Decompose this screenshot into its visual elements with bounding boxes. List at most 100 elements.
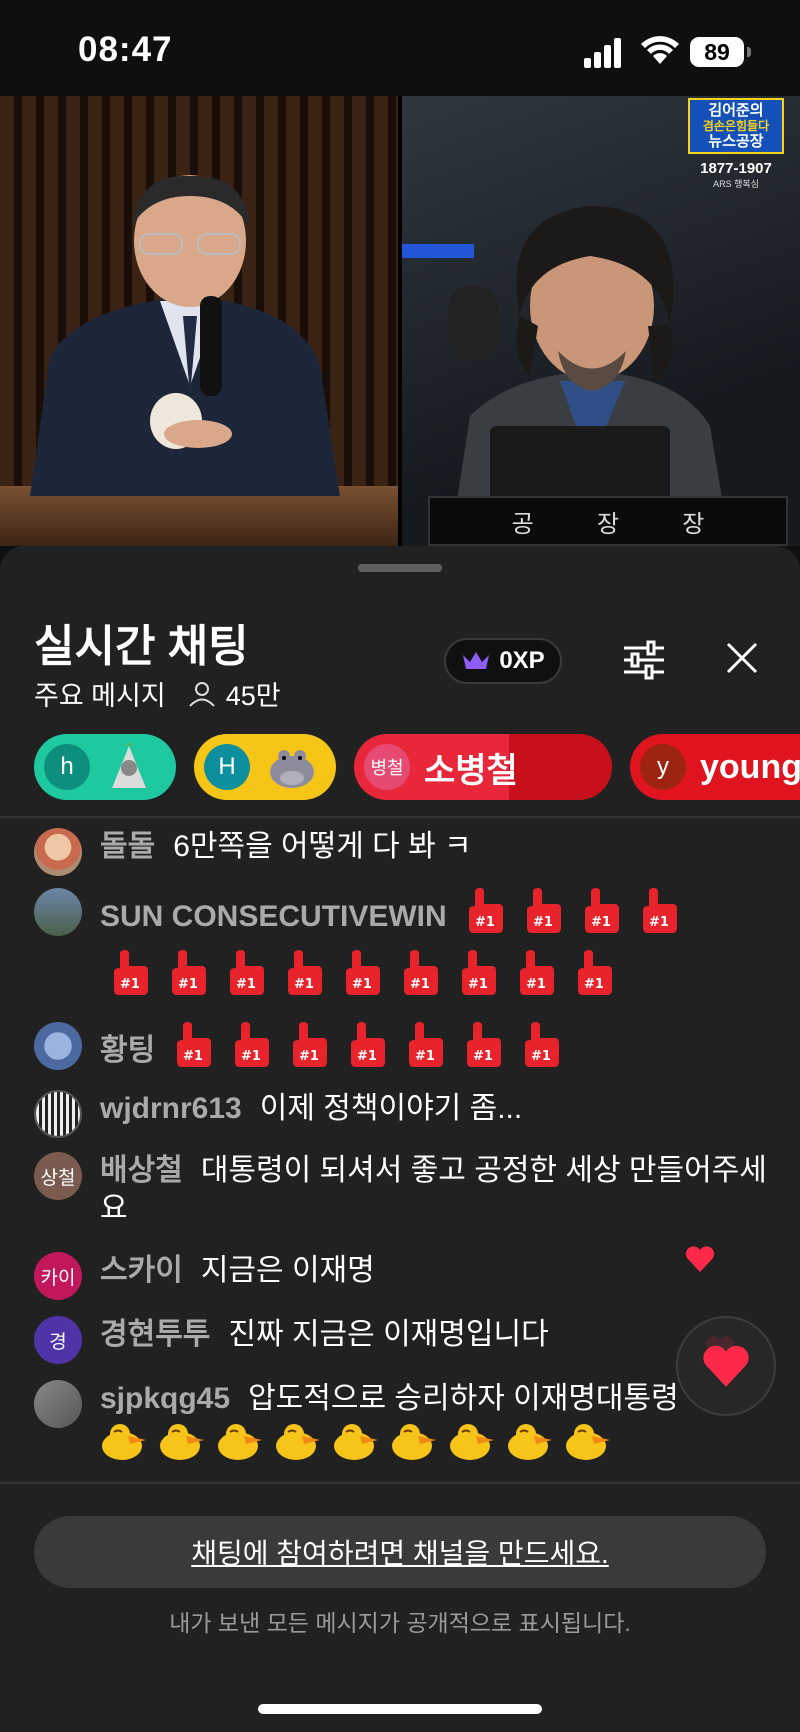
emoji-group xyxy=(100,1424,622,1460)
chat-message[interactable]: 경 경현투투 진짜 지금은 이재명입니다 xyxy=(34,1316,774,1364)
avatar: H xyxy=(204,744,250,790)
chat-message[interactable]: 황팅 #1 #1 #1 #1 #1 #1 #1 xyxy=(34,1022,774,1082)
number-one-finger-icon: #1 xyxy=(458,950,498,1001)
svg-text:#1: #1 xyxy=(410,977,430,992)
cellular-signal-icon xyxy=(584,38,626,68)
svg-text:#1: #1 xyxy=(584,977,604,992)
number-one-finger-icon: #1 xyxy=(521,1022,561,1082)
xp-button[interactable]: 0XP xyxy=(444,638,562,684)
avatar: 카이 xyxy=(34,1252,82,1300)
hooded-figure-icon xyxy=(112,743,146,788)
message-author: 경현투투 xyxy=(100,1318,211,1351)
svg-text:#1: #1 xyxy=(473,1049,493,1064)
message-text: 진짜 지금은 이재명입니다 xyxy=(228,1318,549,1351)
message-author: SUN CONSECUTIVEWIN xyxy=(100,899,447,933)
message-text: 지금은 이재명 xyxy=(200,1254,375,1287)
avatar xyxy=(34,828,82,876)
home-indicator xyxy=(258,1704,542,1714)
show-logo: 김어준의 겸손은힘들다 뉴스공장 1877-1907 ARS 행복심 xyxy=(688,96,784,206)
number-one-finger-icon: #1 xyxy=(168,950,208,1001)
number-one-finger-icon: #1 xyxy=(284,950,324,1001)
number-one-finger-icon: #1 xyxy=(231,1022,271,1082)
pinned-chip[interactable]: H xyxy=(194,734,336,800)
chat-message-list[interactable]: 돌돌 6만쪽을 어떻게 다 봐 ㅋ SUN CONSECUTIVEWIN #1 #1 #… xyxy=(0,828,800,1528)
pinned-name: young xyxy=(700,747,800,786)
number-one-finger-icon: #1 xyxy=(173,1022,213,1082)
close-icon[interactable] xyxy=(720,636,764,680)
duck-emoji-icon xyxy=(332,1422,380,1467)
message-author: 돌돌 xyxy=(100,830,156,863)
chat-message[interactable]: sjpkqg45 압도적으로 승리하자 이재명대통령 xyxy=(34,1380,774,1467)
status-time: 08:47 xyxy=(78,30,173,69)
chat-message[interactable]: wjdrnr613 이제 정책이야기 좀... xyxy=(34,1090,774,1138)
emoji-group: #1 #1 #1 #1 #1 #1 #1 xyxy=(173,1022,579,1067)
chat-message[interactable]: 상철 배상철 대통령이 되셔서 좋고 공정한 세상 만들어주세요 xyxy=(34,1152,774,1228)
pinned-chip[interactable]: 병철 소병철 xyxy=(354,734,612,800)
avatar: h xyxy=(44,744,90,790)
number-one-finger-icon: #1 xyxy=(226,950,266,1001)
avatar xyxy=(34,1380,82,1428)
duck-emoji-icon xyxy=(274,1422,322,1467)
video-player[interactable]: 공 장 장 김어준의 겸손은힘들다 뉴스공장 1877-1907 ARS 행복심 xyxy=(0,96,800,546)
avatar: 경 xyxy=(34,1316,82,1364)
chat-message[interactable]: 돌돌 6만쪽을 어떻게 다 봐 ㅋ xyxy=(34,828,774,876)
chat-mode-label[interactable]: 주요 메시지 xyxy=(34,674,166,713)
heart-icon xyxy=(685,1246,715,1272)
pinned-supporters: h H 병철 소병철 y young xyxy=(0,734,800,804)
svg-text:#1: #1 xyxy=(526,977,546,992)
svg-text:#1: #1 xyxy=(591,915,611,930)
filter-icon[interactable] xyxy=(620,638,668,682)
battery-icon: 89 xyxy=(690,37,751,67)
svg-text:#1: #1 xyxy=(120,977,140,992)
number-one-finger-icon: #1 xyxy=(400,950,440,1001)
svg-text:#1: #1 xyxy=(475,915,495,930)
number-one-finger-icon: #1 xyxy=(465,888,505,948)
message-text: 대통령이 되셔서 좋고 공정한 세상 만들어주세요 xyxy=(100,1154,767,1225)
number-one-finger-icon: #1 xyxy=(110,950,150,1001)
svg-text:#1: #1 xyxy=(415,1049,435,1064)
chat-mode-row[interactable]: 주요 메시지 45만 xyxy=(34,674,281,713)
pinned-chip[interactable]: h xyxy=(34,734,176,800)
svg-text:#1: #1 xyxy=(178,977,198,992)
svg-text:#1: #1 xyxy=(294,977,314,992)
number-one-finger-icon: #1 xyxy=(639,888,679,948)
avatar: 병철 xyxy=(364,744,410,790)
svg-text:#1: #1 xyxy=(236,977,256,992)
svg-text:#1: #1 xyxy=(649,915,669,930)
duck-emoji-icon xyxy=(216,1422,264,1467)
duck-emoji-icon xyxy=(506,1422,554,1467)
number-one-finger-icon: #1 xyxy=(574,950,614,1001)
message-author: 스카이 xyxy=(100,1254,183,1287)
hippo-icon xyxy=(270,750,314,788)
svg-text:#1: #1 xyxy=(299,1049,319,1064)
host-right-figure xyxy=(448,206,730,546)
message-author: wjdrnr613 xyxy=(100,1092,242,1125)
xp-value: 0XP xyxy=(499,647,545,674)
avatar: 상철 xyxy=(34,1152,82,1200)
number-one-finger-icon: #1 xyxy=(342,950,382,1001)
create-channel-to-chat-button[interactable]: 채팅에 참여하려면 채널을 만드세요. xyxy=(34,1516,766,1588)
number-one-finger-icon: #1 xyxy=(405,1022,445,1082)
number-one-finger-icon: #1 xyxy=(463,1022,503,1082)
number-one-finger-icon: #1 xyxy=(523,888,563,948)
viewer-count: 45만 xyxy=(225,681,281,711)
chat-title: 실시간 채팅 xyxy=(34,622,249,671)
message-text: 압도적으로 승리하자 이재명대통령 xyxy=(248,1382,679,1415)
duck-emoji-icon xyxy=(564,1422,612,1467)
crown-icon xyxy=(463,652,490,669)
heart-reaction-button[interactable] xyxy=(676,1316,776,1416)
svg-text:#1: #1 xyxy=(352,977,372,992)
svg-text:#1: #1 xyxy=(531,1049,551,1064)
duck-emoji-icon xyxy=(448,1422,496,1467)
video-panel-left xyxy=(0,96,398,546)
drag-handle[interactable] xyxy=(358,564,442,572)
duck-emoji-icon xyxy=(158,1422,206,1467)
avatar xyxy=(34,1090,82,1138)
message-text: 6만쪽을 어떻게 다 봐 ㅋ xyxy=(173,830,472,863)
chat-message[interactable]: SUN CONSECUTIVEWIN #1 #1 #1 #1 #1 #1 #1 #1 #1 #1 #… xyxy=(34,888,774,1001)
svg-text:#1: #1 xyxy=(183,1049,203,1064)
pinned-chip[interactable]: y young xyxy=(630,734,800,800)
message-author: sjpkqg45 xyxy=(100,1382,231,1415)
chat-message[interactable]: 카이 스카이 지금은 이재명 xyxy=(34,1252,774,1300)
message-text: 이제 정책이야기 좀... xyxy=(259,1092,523,1125)
